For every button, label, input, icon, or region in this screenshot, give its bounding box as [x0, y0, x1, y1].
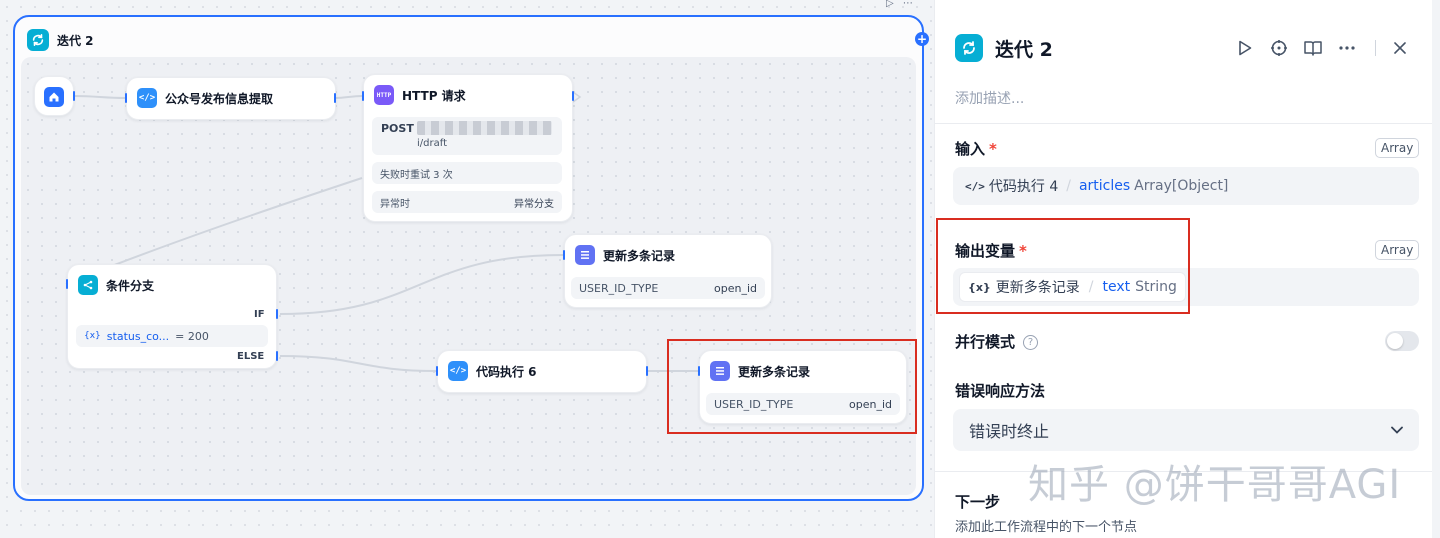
http-node-title: HTTP 请求	[402, 88, 466, 103]
watermark: 知乎 @饼干哥哥AGI	[1028, 462, 1402, 508]
iteration-icon	[27, 29, 49, 51]
update-1-param: USER_ID_TYPE open_id	[571, 277, 765, 299]
http-url: i/draft	[417, 138, 447, 149]
if-out-handle[interactable]	[276, 309, 278, 319]
condition-var: status_co...	[106, 329, 170, 343]
error-branch-row: 异常时 异常分支	[372, 191, 562, 213]
code-icon: </>	[448, 361, 468, 381]
condition-expr: = 200	[175, 329, 209, 343]
condition-node-title: 条件分支	[106, 278, 155, 293]
next-step-label: 下一步	[955, 493, 1001, 511]
retry-info: 失败时重试 3 次	[372, 162, 562, 184]
http-method: POST	[381, 122, 414, 135]
parallel-mode-label: 并行模式?	[955, 331, 1039, 352]
toolbar-divider	[1375, 40, 1376, 56]
else-out-handle[interactable]	[276, 351, 278, 361]
condition-in-handle[interactable]	[66, 279, 68, 289]
condition-node[interactable]: 条件分支 IF {x} status_co... = 200 ELSE	[67, 264, 277, 369]
input-source-node: 代码执行 4	[988, 179, 1059, 195]
http-in-handle[interactable]	[362, 91, 364, 101]
right-edge-strip	[1432, 0, 1440, 538]
else-label: ELSE	[237, 351, 265, 362]
input-label: 输入 *	[955, 140, 997, 158]
highlight-box-canvas	[667, 339, 917, 434]
error-handling-label: 错误响应方法	[955, 382, 1046, 400]
panel-title[interactable]: 迭代 2	[995, 35, 1053, 62]
input-type-badge: Array	[1375, 138, 1420, 158]
update-1-in-handle[interactable]	[563, 250, 565, 260]
iteration-icon	[955, 34, 983, 62]
output-type-badge: Array	[1375, 240, 1420, 260]
code-6-in-handle[interactable]	[436, 366, 438, 376]
variable-icon: {x}	[84, 331, 101, 341]
input-var-name: articles	[1078, 178, 1131, 194]
update-node-1-title: 更新多条记录	[603, 248, 676, 263]
book-icon[interactable]	[1303, 38, 1323, 58]
http-node[interactable]: HTTP HTTP 请求 POST i/draft 失败时重试 3 次 异常时 …	[363, 74, 573, 222]
extract-node[interactable]: </> 公众号发布信息提取	[126, 77, 336, 120]
description-input[interactable]: 添加描述...	[955, 88, 1024, 108]
branch-icon	[78, 275, 98, 295]
start-out-handle[interactable]	[73, 91, 75, 101]
locate-icon[interactable]	[1269, 38, 1289, 58]
http-request-box: POST i/draft	[372, 117, 562, 155]
panel-header: 迭代 2	[955, 34, 1053, 62]
condition-row: {x} status_co... = 200	[76, 325, 268, 347]
divider	[935, 123, 1440, 124]
extract-node-title: 公众号发布信息提取	[165, 91, 274, 106]
error-handling-value: 错误时终止	[969, 422, 1050, 441]
start-node[interactable]	[34, 76, 74, 116]
path-separator: /	[1066, 178, 1071, 194]
http-out-handle[interactable]	[572, 91, 574, 101]
blurred-url	[417, 121, 552, 135]
home-icon	[44, 87, 64, 107]
input-variable-field[interactable]: </> 代码执行 4 / articles Array[Object]	[953, 167, 1419, 205]
error-handling-select[interactable]: 错误时终止	[953, 409, 1419, 451]
code-exec-6-node[interactable]: </> 代码执行 6	[437, 350, 647, 393]
run-icon[interactable]	[1235, 38, 1255, 58]
input-var-type: Array[Object]	[1134, 178, 1229, 194]
toggle-knob	[1387, 333, 1403, 349]
panel-toolbar	[1235, 38, 1410, 58]
iteration-title: 迭代 2	[57, 33, 94, 48]
workflow-canvas[interactable]: ▷ ⋯ 迭代 2 + </> 公众号发布信息提取 HTTP HTTP 请求 PO…	[0, 0, 934, 538]
add-node-icon[interactable]: +	[915, 32, 929, 46]
extract-in-handle[interactable]	[125, 93, 127, 103]
if-label: IF	[254, 309, 265, 320]
code-icon: </>	[965, 179, 985, 193]
iteration-header: 迭代 2	[27, 29, 94, 51]
close-icon[interactable]	[1390, 38, 1410, 58]
update-records-node-1[interactable]: 更新多条记录 USER_ID_TYPE open_id	[564, 234, 772, 308]
code-6-title: 代码执行 6	[476, 364, 537, 379]
parallel-mode-toggle[interactable]	[1385, 331, 1419, 351]
highlight-box-panel	[936, 218, 1190, 314]
next-step-description: 添加此工作流程中的下一个节点	[955, 520, 1138, 535]
chevron-down-icon	[1391, 426, 1403, 434]
more-icon[interactable]	[1337, 38, 1357, 58]
code-icon: </>	[137, 88, 157, 108]
http-icon: HTTP	[374, 85, 394, 105]
extract-out-handle[interactable]	[334, 93, 336, 103]
help-icon[interactable]: ?	[1023, 335, 1039, 350]
list-icon	[575, 245, 595, 265]
code-6-out-handle[interactable]	[646, 366, 648, 376]
node-controls[interactable]: ▷ ⋯	[886, 0, 916, 9]
